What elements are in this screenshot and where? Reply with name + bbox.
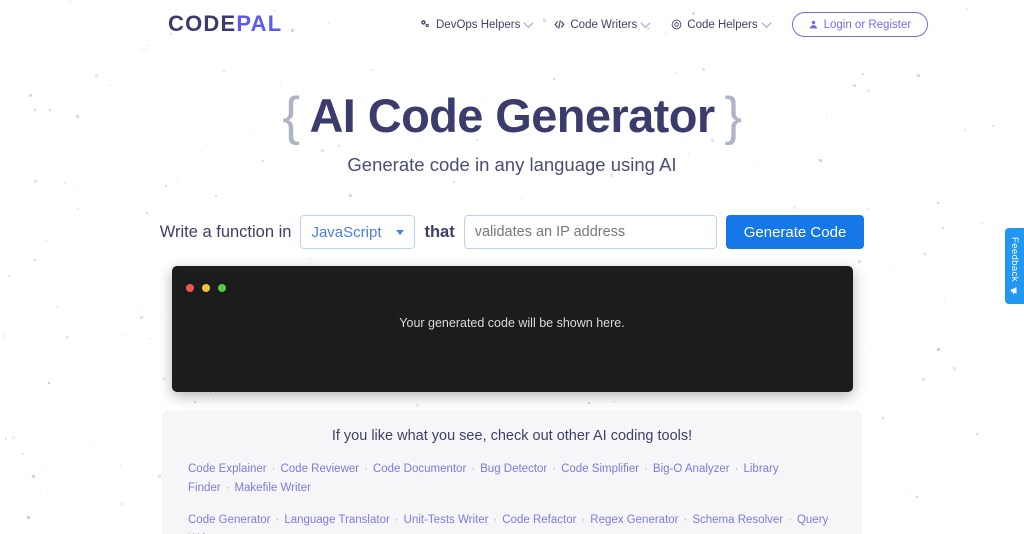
main-navigation: DevOps Helpers Code Writers Code Helpers… <box>420 12 929 37</box>
tool-link-separator: · <box>364 463 368 476</box>
code-output-panel: Your generated code will be shown here. <box>171 266 853 393</box>
brace-open: { <box>282 87 300 146</box>
tool-link[interactable]: Schema Resolver <box>692 514 783 526</box>
hero-section: {AI Code Generator} Generate code in any… <box>0 88 1024 176</box>
tool-link-separator: · <box>493 514 498 527</box>
tool-link[interactable]: Code Documentor <box>373 463 466 475</box>
login-button-label: Login or Register <box>823 18 912 31</box>
logo-text-code: CODE <box>168 11 237 36</box>
tool-link-separator: · <box>394 514 399 527</box>
tool-link-separator: · <box>734 463 739 476</box>
tool-link[interactable]: Code Generator <box>188 514 270 526</box>
other-tools-panel: If you like what you see, check out othe… <box>162 410 862 534</box>
generate-code-button[interactable]: Generate Code <box>725 215 865 250</box>
code-brackets-icon <box>554 19 565 30</box>
tool-link-separator: · <box>644 463 648 476</box>
close-dot-icon <box>185 284 194 293</box>
megaphone-icon <box>1010 287 1017 295</box>
generator-form: Write a function in JavaScript that Gene… <box>0 215 1024 250</box>
tool-link-separator: · <box>471 463 476 476</box>
chevron-down-icon <box>761 18 772 29</box>
tool-link-separator: · <box>271 463 276 476</box>
tool-link-separator: · <box>788 514 792 527</box>
form-middle-label: that <box>424 222 455 241</box>
tool-link[interactable]: Code Simplifier <box>561 463 639 475</box>
login-or-register-button[interactable]: Login or Register <box>791 12 929 37</box>
gear-icon <box>420 19 431 30</box>
language-select[interactable]: JavaScript <box>300 215 416 250</box>
tool-link[interactable]: Unit-Tests Writer <box>404 514 489 526</box>
site-header: CODEPAL DevOps Helpers Code Writers Code… <box>0 0 1024 48</box>
logo-text-pal: PAL <box>236 11 283 36</box>
chevron-down-icon <box>523 18 534 29</box>
tool-links-row-2: Code Generator · Language Translator · Unit-… <box>188 511 836 534</box>
feedback-tab-label: Feedback <box>1009 237 1020 282</box>
nav-item-devops-helpers[interactable]: DevOps Helpers <box>420 18 534 31</box>
nav-item-code-helpers[interactable]: Code Helpers <box>671 18 772 31</box>
language-select-value: JavaScript <box>311 223 382 241</box>
code-placeholder-text: Your generated code will be shown here. <box>399 316 625 331</box>
page-subtitle: Generate code in any language using AI <box>347 154 677 176</box>
minimize-dot-icon <box>201 284 210 293</box>
tool-link[interactable]: Code Reviewer <box>280 463 359 475</box>
tools-heading: If you like what you see, check out othe… <box>331 428 693 445</box>
prompt-input[interactable] <box>463 215 717 250</box>
lifebuoy-icon <box>671 19 682 30</box>
nav-label-code-helpers: Code Helpers <box>687 18 758 31</box>
chevron-down-icon <box>640 18 651 29</box>
nav-label-devops-helpers: DevOps Helpers <box>436 18 521 31</box>
tool-link[interactable]: Code Explainer <box>188 463 267 475</box>
brace-close: } <box>724 87 743 146</box>
maximize-dot-icon <box>217 284 226 293</box>
tool-link-separator: · <box>225 482 230 495</box>
tool-link[interactable]: Bug Detector <box>480 463 547 475</box>
tool-link[interactable]: Regex Generator <box>590 514 678 526</box>
form-prefix-label: Write a function in <box>159 222 292 241</box>
window-traffic-lights <box>185 284 226 293</box>
chevron-down-icon <box>396 229 405 235</box>
tool-link-separator: · <box>275 514 280 527</box>
tool-link[interactable]: Big-O Analyzer <box>653 463 730 475</box>
tool-link-separator: · <box>683 514 688 527</box>
nav-item-code-writers[interactable]: Code Writers <box>554 18 651 31</box>
person-icon <box>809 20 817 29</box>
tool-link-separator: · <box>552 463 557 476</box>
tool-link-separator: · <box>581 514 586 527</box>
feedback-tab[interactable]: Feedback <box>1005 228 1024 304</box>
tool-link[interactable]: Makefile Writer <box>234 482 310 494</box>
page-title-text: AI Code Generator <box>309 89 715 142</box>
tool-link[interactable]: Language Translator <box>284 514 390 526</box>
nav-label-code-writers: Code Writers <box>570 18 638 31</box>
page-root: CODEPAL DevOps Helpers Code Writers Code… <box>0 0 1024 534</box>
tool-links-row-1: Code Explainer · Code Reviewer · Code Docume… <box>188 460 836 498</box>
tool-link[interactable]: Code Refactor <box>502 514 576 526</box>
site-logo[interactable]: CODEPAL <box>168 11 282 37</box>
page-title: {AI Code Generator} <box>0 88 1024 145</box>
